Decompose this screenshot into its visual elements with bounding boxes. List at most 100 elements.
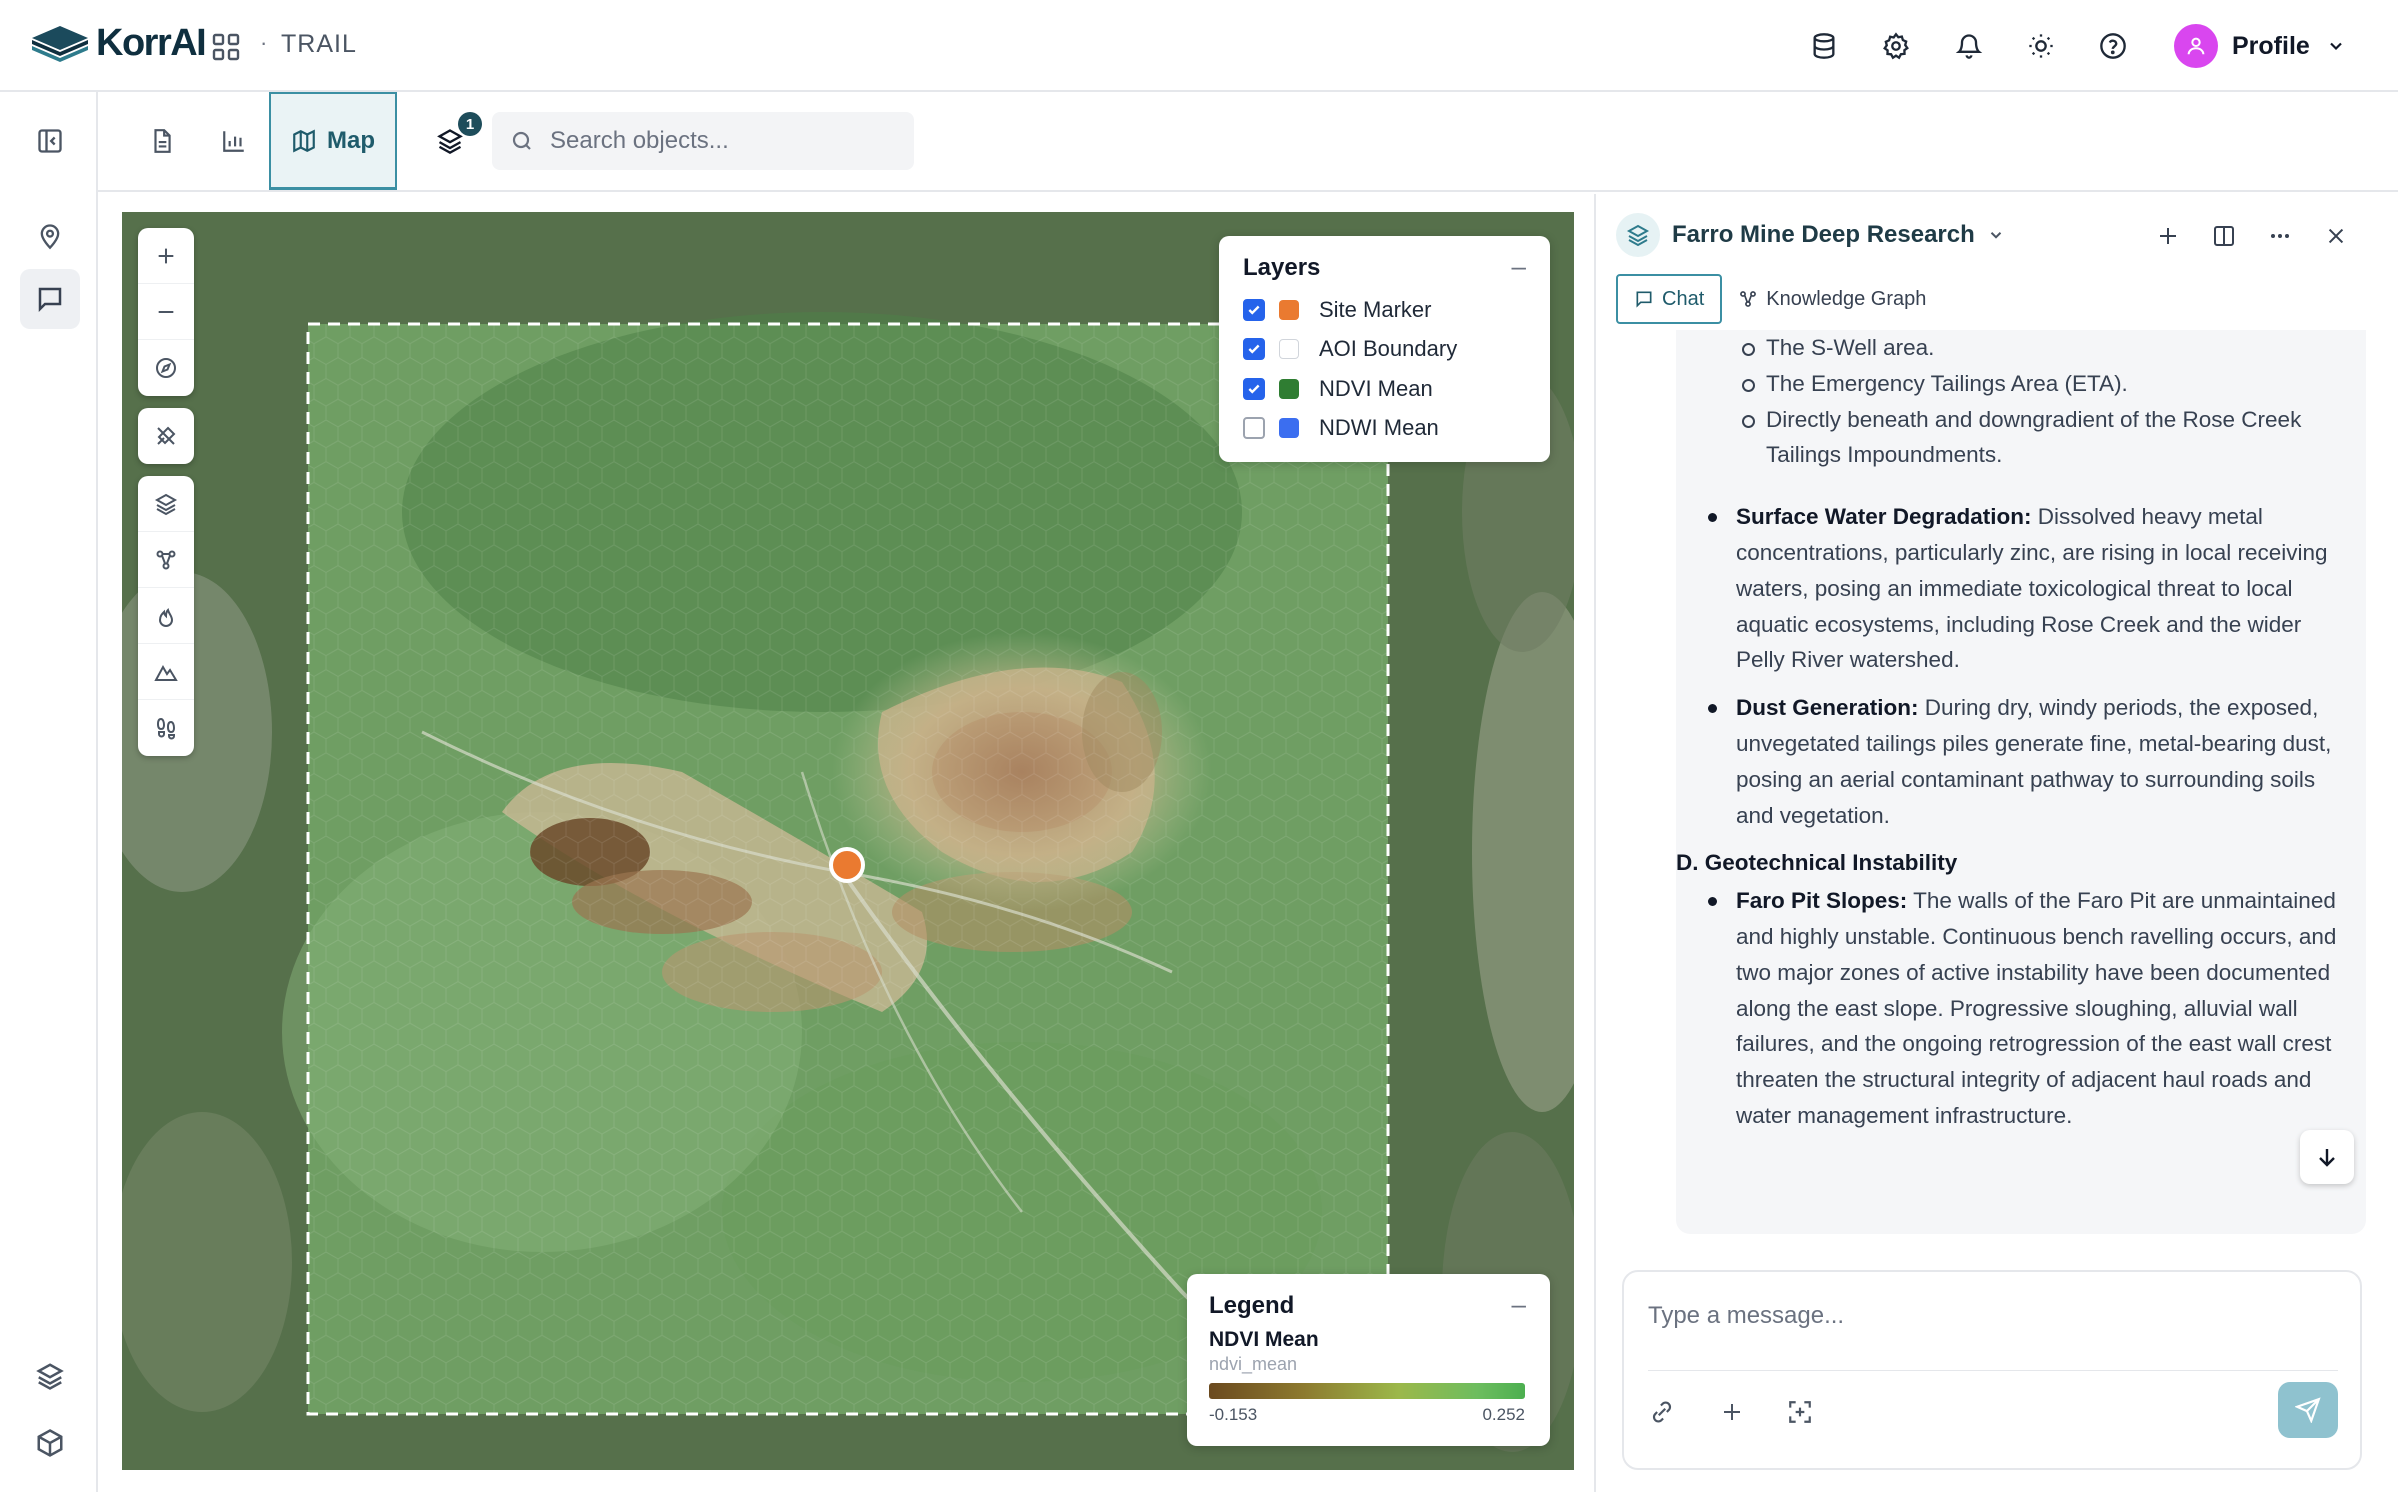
- database-button[interactable]: [1804, 26, 1844, 66]
- layers-tool-button[interactable]: [138, 476, 194, 532]
- bullet-heading: Faro Pit Slopes:: [1736, 888, 1908, 914]
- breadcrumb-project[interactable]: TRAIL: [281, 30, 357, 59]
- chat-avatar: [1616, 213, 1660, 257]
- tab-chat[interactable]: Chat: [1616, 274, 1723, 324]
- layer-row-site-marker[interactable]: Site Marker: [1243, 290, 1526, 330]
- tab-document[interactable]: [132, 92, 192, 190]
- bullet-item: Dust Generation: During dry, windy perio…: [1706, 690, 2346, 833]
- location-pin-icon: [40, 224, 60, 250]
- layer-checkbox[interactable]: [1243, 417, 1265, 440]
- chat-icon: [1636, 291, 1652, 308]
- layers-icon: [154, 493, 178, 515]
- tab-map-label: Map: [327, 126, 375, 154]
- bullet-item: Surface Water Degradation: Dissolved hea…: [1706, 499, 2346, 678]
- theme-toggle-button[interactable]: [2021, 26, 2061, 66]
- layer-color-swatch: [1279, 339, 1299, 360]
- message-body: The S-Well area. The Emergency Tailings …: [1676, 330, 2346, 1146]
- bullet-heading: Dust Generation:: [1736, 695, 1919, 721]
- check-icon: [1248, 305, 1260, 315]
- message-input[interactable]: [1648, 1294, 2338, 1338]
- bullet-list: Surface Water Degradation: Dissolved hea…: [1706, 499, 2346, 833]
- terrain-tool-button[interactable]: [138, 644, 194, 700]
- layer-checkbox[interactable]: [1243, 298, 1265, 321]
- chat-icon: [38, 287, 62, 313]
- layer-row-aoi-boundary[interactable]: AOI Boundary: [1243, 330, 1526, 370]
- profile-menu[interactable]: Profile: [2174, 22, 2346, 70]
- map-tool-rail: [138, 228, 194, 768]
- search-input[interactable]: [550, 127, 890, 155]
- minimize-legend-button[interactable]: –: [1512, 1291, 1526, 1317]
- tab-knowledge-graph[interactable]: Knowledge Graph: [1722, 274, 1942, 324]
- tools-button[interactable]: [1776, 1388, 1824, 1436]
- zoom-out-button[interactable]: [138, 284, 194, 340]
- new-chat-button[interactable]: [2148, 216, 2188, 256]
- tab-knowledge-graph-label: Knowledge Graph: [1766, 287, 1927, 310]
- draw-tool-button[interactable]: [138, 408, 194, 464]
- zoom-out-icon: [158, 310, 174, 313]
- send-icon: [2295, 1397, 2321, 1423]
- chat-button[interactable]: [20, 269, 80, 329]
- fire-icon: [158, 607, 174, 627]
- add-attachment-button[interactable]: [1708, 1388, 1756, 1436]
- plus-icon: [1724, 1404, 1740, 1420]
- left-rail: [0, 92, 98, 1492]
- layers-rail-button[interactable]: [20, 1346, 80, 1406]
- layer-label: NDWI Mean: [1319, 415, 1439, 441]
- fire-tool-button[interactable]: [138, 588, 194, 644]
- minimize-layers-button[interactable]: –: [1512, 253, 1526, 279]
- site-marker[interactable]: [829, 847, 865, 883]
- notifications-button[interactable]: [1949, 26, 1989, 66]
- layer-checkbox[interactable]: [1243, 338, 1265, 361]
- draw-controls: [138, 408, 194, 464]
- zoom-in-button[interactable]: [138, 228, 194, 284]
- help-icon: [2100, 33, 2126, 59]
- attach-link-button[interactable]: [1638, 1388, 1686, 1436]
- reset-north-button[interactable]: [138, 340, 194, 396]
- layer-label: AOI Boundary: [1319, 336, 1458, 362]
- layer-row-ndvi-mean[interactable]: NDVI Mean: [1243, 369, 1526, 409]
- check-icon: [1248, 344, 1260, 354]
- sub-bullet: The Emergency Tailings Area (ETA).: [1736, 366, 2346, 402]
- layer-checkbox[interactable]: [1243, 377, 1265, 400]
- chevron-down-icon[interactable]: [1987, 226, 2005, 244]
- avatar: [2174, 24, 2218, 68]
- more-options-button[interactable]: [2260, 216, 2300, 256]
- terrain-icon: [154, 664, 178, 681]
- arrow-down-icon: [2319, 1149, 2335, 1167]
- tab-map[interactable]: Map: [269, 92, 397, 190]
- app-grid-button[interactable]: [210, 31, 242, 63]
- database-icon: [1813, 33, 1835, 59]
- scroll-to-bottom-button[interactable]: [2300, 1130, 2354, 1184]
- legend-title: Legend: [1209, 1292, 1295, 1319]
- analysis-controls: [138, 476, 194, 756]
- tab-layers[interactable]: [420, 92, 480, 190]
- korrai-logo[interactable]: KorrAI: [30, 22, 207, 65]
- legend-layer-name: NDVI Mean: [1209, 1328, 1319, 1351]
- layer-color-swatch: [1279, 378, 1299, 399]
- search-icon: [512, 131, 531, 150]
- map-canvas[interactable]: Layers – Site Marker AOI Boundary NDVI M…: [122, 212, 1574, 1470]
- graph-tool-button[interactable]: [138, 532, 194, 588]
- footprints-tool-button[interactable]: [138, 700, 194, 756]
- chat-title[interactable]: Farro Mine Deep Research: [1672, 221, 1975, 249]
- collapse-sidebar-button[interactable]: [20, 111, 80, 171]
- settings-button[interactable]: [1876, 26, 1916, 66]
- message-list: The S-Well area. The Emergency Tailings …: [1676, 330, 2376, 1434]
- search-box: [492, 112, 914, 170]
- bullet-item: Faro Pit Slopes: The walls of the Faro P…: [1706, 883, 2346, 1134]
- tab-chart[interactable]: [204, 92, 264, 190]
- logo-stack-icon: [32, 25, 88, 62]
- help-button[interactable]: [2093, 26, 2133, 66]
- objects-rail-button[interactable]: [20, 1413, 80, 1473]
- split-view-button[interactable]: [2204, 216, 2244, 256]
- section-heading: D. Geotechnical Instability: [1676, 850, 1958, 876]
- user-icon: [2187, 37, 2205, 55]
- send-button[interactable]: [2278, 1382, 2338, 1438]
- profile-label: Profile: [2232, 31, 2310, 60]
- ellipsis-icon: [2271, 234, 2289, 238]
- close-panel-button[interactable]: [2316, 216, 2356, 256]
- legend-field-name: ndvi_mean: [1209, 1354, 1298, 1374]
- sub-bullet-list: The S-Well area. The Emergency Tailings …: [1736, 330, 2346, 473]
- locations-button[interactable]: [20, 206, 80, 266]
- layer-row-ndwi-mean[interactable]: NDWI Mean: [1243, 409, 1526, 449]
